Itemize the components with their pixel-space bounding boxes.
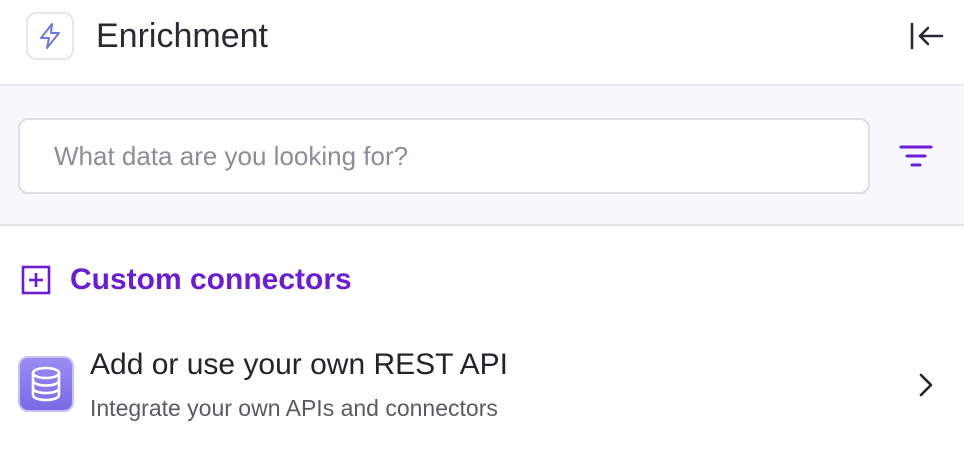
- panel-header: Enrichment: [0, 0, 964, 86]
- page-title: Enrichment: [96, 17, 268, 55]
- collapse-panel-button[interactable]: [904, 14, 950, 58]
- filter-icon: [899, 145, 933, 167]
- search-bar: [0, 86, 964, 226]
- filter-button[interactable]: [892, 136, 940, 176]
- chevron-right-icon: [912, 370, 940, 400]
- lightning-bolt-icon: [26, 12, 74, 60]
- connector-title: Add or use your own REST API: [90, 348, 508, 381]
- section-title: Custom connectors: [70, 263, 352, 296]
- connector-subtitle: Integrate your own APIs and connectors: [90, 395, 498, 421]
- connector-item-rest-api[interactable]: Add or use your own REST API Integrate y…: [0, 334, 964, 440]
- collapse-left-icon: [910, 22, 944, 50]
- custom-connectors-section[interactable]: Custom connectors: [20, 258, 352, 302]
- enrichment-panel: Enrichment Custom connec: [0, 0, 964, 460]
- search-input[interactable]: [18, 118, 870, 194]
- plus-square-icon: [20, 264, 52, 296]
- database-icon: [18, 356, 74, 412]
